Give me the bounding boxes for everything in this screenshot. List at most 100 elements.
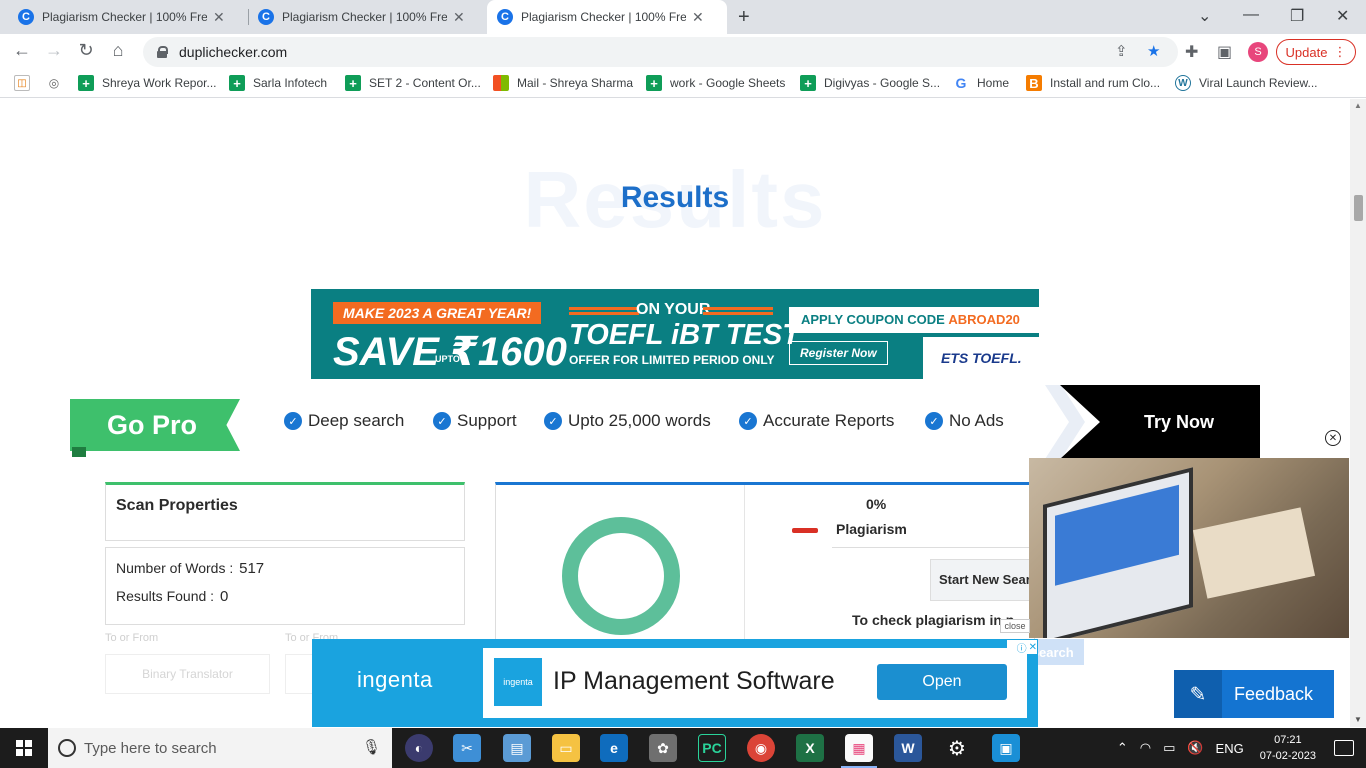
try-now-button[interactable]: Try Now xyxy=(1060,385,1260,459)
start-new-search-button[interactable]: Start New Search xyxy=(930,559,1040,601)
ad-card[interactable]: ingenta IP Management Software Open xyxy=(483,648,1027,718)
close-button[interactable]: close xyxy=(1000,619,1030,633)
check-icon: ✓ xyxy=(739,412,757,430)
feature-label: Accurate Reports xyxy=(763,411,895,430)
lock-icon[interactable] xyxy=(157,46,168,58)
ad-open-button[interactable]: Open xyxy=(877,664,1007,700)
new-tab-icon[interactable]: + xyxy=(738,6,750,29)
extensions-icon[interactable]: ✚ xyxy=(1185,42,1198,62)
paint-icon[interactable]: ✿ xyxy=(649,734,677,762)
duplichecker-favicon-icon: C xyxy=(258,9,274,25)
scan-stats-panel: Number of Words : 517 Results Found : 0 xyxy=(105,547,465,625)
settings-gear-icon[interactable]: ⚙ xyxy=(943,734,971,762)
browser-tab-active[interactable]: C Plagiarism Checker | 100% Free and Acc… xyxy=(487,0,727,34)
bookmark-item[interactable]: + SET 2 - Content Or... xyxy=(345,75,481,91)
tab-search-icon[interactable]: ⌄ xyxy=(1198,6,1211,26)
bookmark-item[interactable]: Mail - Shreya Sharma xyxy=(493,75,633,91)
reload-icon[interactable]: ↻ xyxy=(74,40,98,61)
video-ad-player[interactable] xyxy=(1029,458,1349,638)
forward-icon[interactable]: → xyxy=(42,40,66,61)
browser-tab[interactable]: C Plagiarism Checker | 100% Free and Acc… xyxy=(8,0,235,34)
bookmark-item[interactable]: B Install and rum Clo... xyxy=(1026,75,1160,91)
bookmark-label: Install and rum Clo... xyxy=(1050,76,1161,90)
chrome-icon[interactable]: ◉ xyxy=(747,734,775,762)
scroll-up-icon[interactable]: ▲ xyxy=(1354,101,1362,110)
bookmark-star-icon[interactable]: ★ xyxy=(1147,42,1160,60)
volume-muted-icon[interactable]: 🔇 xyxy=(1187,740,1203,756)
ad-register-button[interactable]: Register Now xyxy=(789,341,888,365)
ad-test-text: TOEFL iBT TEST xyxy=(569,319,800,351)
page-scrollbar[interactable]: ▲ ▼ xyxy=(1350,99,1366,727)
battery-icon[interactable]: ▭ xyxy=(1163,740,1175,756)
close-ad-icon[interactable]: ✕ xyxy=(1029,642,1037,653)
sheets-icon: + xyxy=(78,75,94,91)
scroll-down-icon[interactable]: ▼ xyxy=(1354,715,1362,724)
clock[interactable]: 07:21 07-02-2023 xyxy=(1260,732,1316,764)
share-icon[interactable]: ⇪ xyxy=(1115,42,1128,60)
update-button[interactable]: Update ⋮ xyxy=(1276,39,1356,65)
browser-tab[interactable]: C Plagiarism Checker | 100% Free and Acc… xyxy=(248,0,475,34)
taskbar-search[interactable]: Type here to search xyxy=(48,728,392,768)
scroll-thumb[interactable] xyxy=(1354,195,1363,221)
info-icon[interactable]: ⓘ xyxy=(1017,640,1027,655)
bookmark-item[interactable]: + Sarla Infotech xyxy=(229,75,327,91)
duplichecker-favicon-icon: C xyxy=(497,9,513,25)
word-icon[interactable]: W xyxy=(894,734,922,762)
feature-deep-search: ✓ Deep search xyxy=(284,411,404,431)
home-icon[interactable]: ⌂ xyxy=(106,40,130,61)
bookmark-item[interactable]: W Viral Launch Review... xyxy=(1175,75,1318,91)
minimize-icon[interactable]: — xyxy=(1243,6,1259,24)
eclipse-icon[interactable]: ◐ xyxy=(405,734,433,762)
notification-icon[interactable] xyxy=(1334,740,1354,756)
edge-icon[interactable]: e xyxy=(600,734,628,762)
feedback-button[interactable]: ✎ Feedback xyxy=(1174,670,1334,718)
close-window-icon[interactable]: ✕ xyxy=(1336,6,1349,26)
excel-icon[interactable]: X xyxy=(796,734,824,762)
chevron-up-icon[interactable]: ⌃ xyxy=(1117,740,1128,756)
bookmark-label: Sarla Infotech xyxy=(253,76,328,90)
bookmark-item[interactable]: + work - Google Sheets xyxy=(646,75,785,91)
windows-taskbar: Type here to search 🎙 ◐ ✂ ▤ ▭ e ✿ PC ◉ X… xyxy=(0,728,1366,768)
binary-translator-link[interactable]: Binary Translator xyxy=(105,654,270,694)
bookmark-item[interactable]: + Digivyas - Google S... xyxy=(800,75,940,91)
start-button[interactable] xyxy=(0,728,48,768)
divider xyxy=(832,547,1032,548)
back-icon[interactable]: ← xyxy=(10,40,34,61)
bookmark-apps[interactable]: ◫ xyxy=(14,75,38,91)
close-icon[interactable]: ✕ xyxy=(692,9,704,26)
notepad-icon[interactable]: ▦ xyxy=(841,734,877,768)
address-bar[interactable]: duplichecker.com xyxy=(143,37,1178,67)
remote-desktop-icon[interactable]: ▣ xyxy=(992,734,1020,762)
snipping-tool-icon[interactable]: ✂ xyxy=(453,734,481,762)
video-close-icon[interactable]: ✕ xyxy=(1325,430,1341,446)
faded-link-box[interactable] xyxy=(285,654,315,694)
file-explorer-icon[interactable]: ▭ xyxy=(552,734,580,762)
microphone-icon[interactable]: 🎙 xyxy=(362,738,381,756)
bookmark-swirl[interactable]: ◎ xyxy=(46,75,70,91)
bottom-ad-banner[interactable]: ingenta ingenta IP Management Software O… xyxy=(312,639,1038,727)
restore-icon[interactable]: ❐ xyxy=(1290,6,1304,26)
language-indicator[interactable]: ENG xyxy=(1216,741,1244,756)
close-icon[interactable]: ✕ xyxy=(213,9,225,26)
adchoices[interactable]: ⓘ ✕ xyxy=(1007,640,1037,655)
toefl-ad-banner[interactable]: MAKE 2023 A GREAT YEAR! SAVE ₹1600 UPTO … xyxy=(311,289,1039,379)
side-panel-icon[interactable]: ▣ xyxy=(1217,42,1232,62)
check-icon: ✓ xyxy=(433,412,451,430)
bookmark-item[interactable]: + Shreya Work Repor... xyxy=(78,75,217,91)
wordpress-icon: W xyxy=(1175,75,1191,91)
profile-avatar[interactable]: S xyxy=(1248,42,1268,62)
plagiarism-percent: 0% xyxy=(866,496,887,512)
close-icon[interactable]: ✕ xyxy=(453,9,465,26)
search-icon xyxy=(58,739,76,757)
go-pro-bar: Go Pro ✓ Deep search ✓ Support ✓ Upto 25,00… xyxy=(70,385,1260,459)
wifi-icon[interactable]: ◠ xyxy=(1140,740,1151,756)
word-count-value: 517 xyxy=(239,560,265,577)
word-count-label: Number of Words : xyxy=(116,560,234,576)
go-pro-tag: Go Pro xyxy=(70,399,240,451)
laptop-image xyxy=(1043,467,1193,638)
control-panel-icon[interactable]: ▤ xyxy=(503,734,531,762)
ad-on-your-text: ON YOUR xyxy=(636,301,711,318)
bookmark-item[interactable]: G Home xyxy=(953,75,1009,91)
pycharm-icon[interactable]: PC xyxy=(698,734,726,762)
windows-logo-icon xyxy=(16,740,32,756)
